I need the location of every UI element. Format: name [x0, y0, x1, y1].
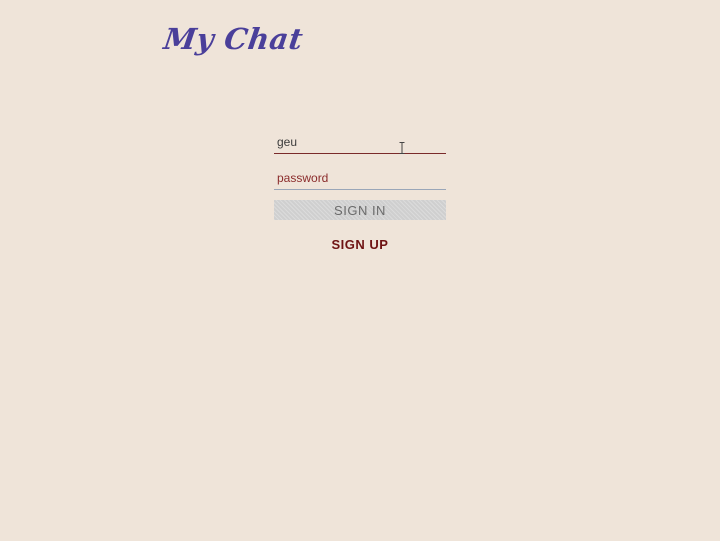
- sign-up-link[interactable]: SIGN UP: [274, 237, 446, 252]
- username-field-wrapper: [274, 128, 446, 154]
- sign-in-button[interactable]: SIGN IN: [274, 200, 446, 220]
- app-logo: My Chat: [161, 22, 306, 56]
- password-field-wrapper: [274, 164, 446, 190]
- text-cursor-icon: [399, 142, 405, 154]
- password-input[interactable]: [274, 164, 446, 190]
- username-input[interactable]: [274, 128, 446, 154]
- login-form: SIGN IN SIGN UP: [274, 128, 446, 252]
